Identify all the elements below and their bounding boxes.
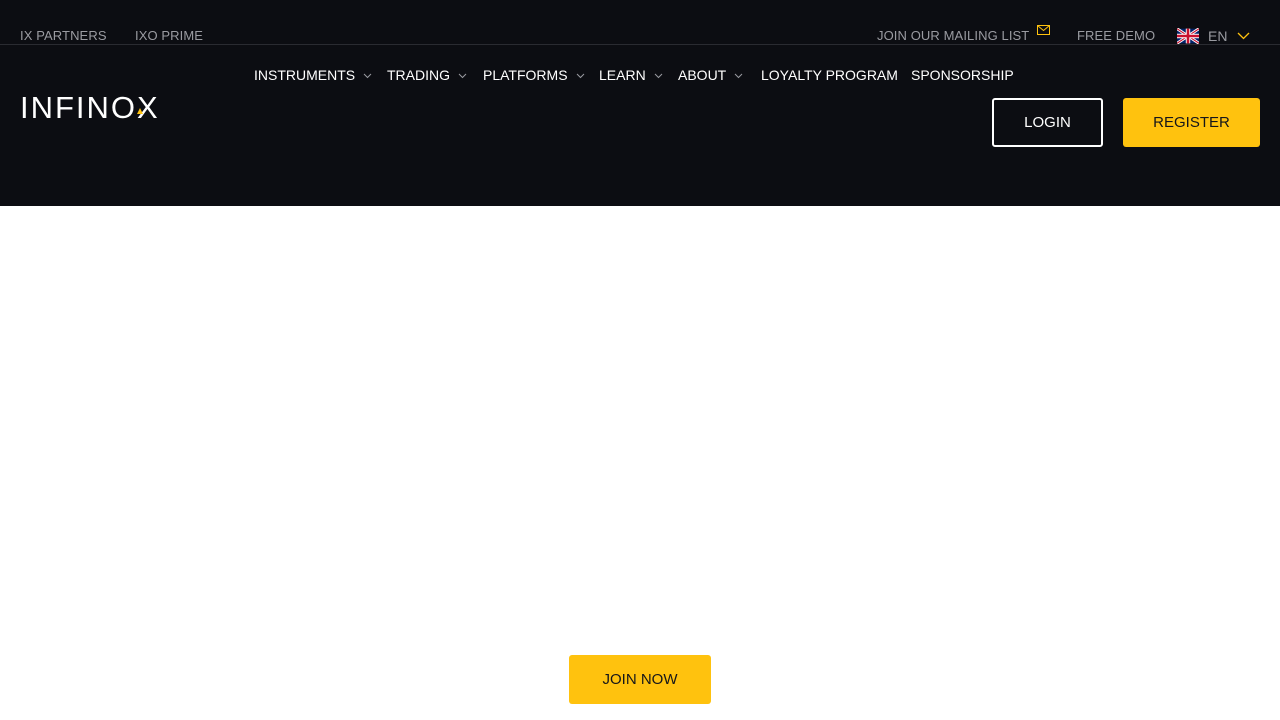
- nav-item-loyalty-program[interactable]: LOYALTY PROGRAM: [761, 67, 898, 83]
- ixo-prime-link[interactable]: IXO PRIME: [135, 28, 203, 43]
- top-bar: IX PARTNERS IXO PRIME JOIN OUR MAILING L…: [0, 0, 1280, 45]
- nav-item-label: LEARN: [599, 67, 646, 83]
- mail-icon[interactable]: [1037, 25, 1050, 35]
- infinox-logo[interactable]: INFINOX: [20, 92, 178, 120]
- language-selector[interactable]: EN: [1208, 28, 1227, 44]
- chevron-down-icon: [654, 73, 663, 79]
- nav-item-trading[interactable]: TRADING: [387, 67, 467, 83]
- chevron-down-icon: [734, 73, 743, 79]
- login-button[interactable]: LOGIN: [992, 98, 1103, 147]
- chevron-down-icon: [576, 73, 584, 79]
- register-button[interactable]: REGISTER: [1123, 98, 1260, 147]
- nav-item-sponsorship[interactable]: SPONSORSHIP: [911, 67, 1014, 83]
- chevron-down-icon: [458, 73, 467, 79]
- nav-item-label: ABOUT: [678, 67, 727, 83]
- ix-partners-link[interactable]: IX PARTNERS: [20, 28, 107, 43]
- nav-item-about[interactable]: ABOUT: [678, 67, 743, 83]
- mailing-list-link[interactable]: JOIN OUR MAILING LIST: [877, 28, 1029, 43]
- nav-item-label: SPONSORSHIP: [911, 67, 1014, 83]
- nav-item-label: LOYALTY PROGRAM: [761, 67, 898, 83]
- nav-item-learn[interactable]: LEARN: [599, 67, 663, 83]
- chevron-down-icon[interactable]: [1237, 32, 1250, 40]
- svg-text:INFINOX: INFINOX: [20, 92, 160, 120]
- nav-item-label: INSTRUMENTS: [254, 67, 356, 83]
- nav-item-label: TRADING: [387, 67, 450, 83]
- chevron-down-icon: [363, 73, 372, 79]
- site-header: IX PARTNERS IXO PRIME JOIN OUR MAILING L…: [0, 0, 1280, 206]
- nav-item-label: PLATFORMS: [483, 67, 568, 83]
- nav-item-instruments[interactable]: INSTRUMENTS: [254, 67, 372, 83]
- uk-flag-icon[interactable]: [1177, 28, 1199, 44]
- nav-item-platforms[interactable]: PLATFORMS: [483, 67, 585, 83]
- free-demo-link[interactable]: FREE DEMO: [1077, 28, 1155, 43]
- join-now-button[interactable]: JOIN NOW: [569, 655, 711, 704]
